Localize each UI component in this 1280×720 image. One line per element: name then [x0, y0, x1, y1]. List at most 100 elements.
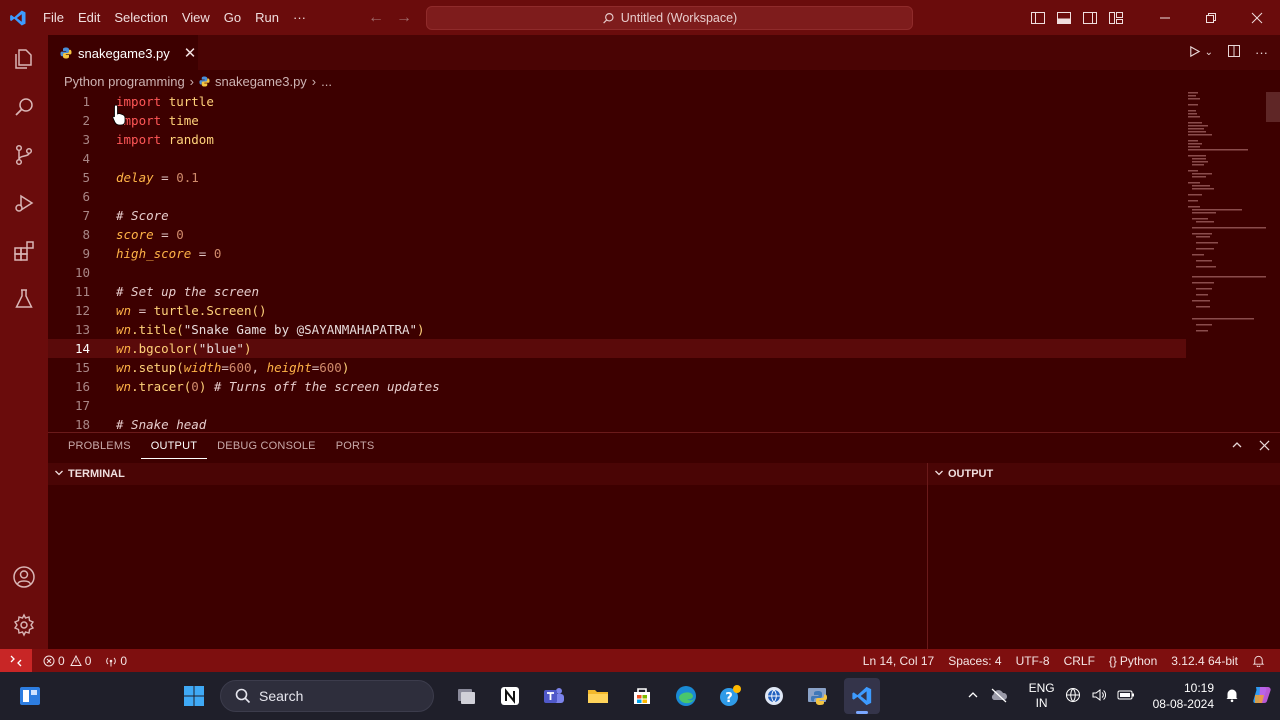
accounts-icon[interactable]: [0, 553, 48, 601]
globe-app-icon[interactable]: [756, 678, 792, 714]
code-line[interactable]: 11 # Set up the screen: [48, 282, 1280, 301]
extensions-icon[interactable]: [0, 227, 48, 275]
notification-center-icon[interactable]: [1224, 687, 1240, 706]
problems-status[interactable]: 0 0: [36, 649, 98, 672]
run-debug-icon[interactable]: [0, 179, 48, 227]
settings-gear-icon[interactable]: [0, 601, 48, 649]
copilot-icon[interactable]: [1250, 683, 1274, 710]
file-explorer-icon[interactable]: [580, 678, 616, 714]
language-mode[interactable]: {} Python: [1102, 649, 1164, 672]
tab-snakegame3[interactable]: snakegame3.py ✕: [48, 35, 198, 70]
code-line[interactable]: 3 import random: [48, 130, 1280, 149]
source-control-icon[interactable]: [0, 131, 48, 179]
code-line-current[interactable]: 14 wn.bgcolor("blue"): [48, 339, 1186, 358]
code-line[interactable]: 17: [48, 396, 1280, 415]
search-view-icon[interactable]: [0, 83, 48, 131]
breadcrumb-more[interactable]: ...: [321, 74, 332, 89]
code-line[interactable]: 9 high_score = 0: [48, 244, 1280, 263]
code-line[interactable]: 6: [48, 187, 1280, 206]
cloud-offline-icon[interactable]: [989, 687, 1009, 706]
run-dropdown-chevron-icon[interactable]: ⌄: [1205, 47, 1213, 58]
cursor-position[interactable]: Ln 14, Col 17: [856, 649, 941, 672]
menu-more[interactable]: ···: [286, 0, 313, 35]
toggle-panel-icon[interactable]: [1056, 10, 1072, 26]
taskbar-search-box[interactable]: Search: [220, 680, 434, 712]
code-line[interactable]: 8 score = 0: [48, 225, 1280, 244]
line-number: 8: [82, 227, 90, 242]
show-hidden-icons-chevron-icon[interactable]: [967, 689, 979, 704]
back-arrow-icon[interactable]: ←: [368, 9, 384, 27]
code-line[interactable]: 13 wn.title("Snake Game by @SAYANMAHAPATR…: [48, 320, 1280, 339]
menu-file[interactable]: File: [36, 0, 71, 35]
remote-indicator-icon[interactable]: [0, 649, 32, 672]
explorer-icon[interactable]: [0, 35, 48, 83]
encoding[interactable]: UTF-8: [1009, 649, 1057, 672]
tab-ports[interactable]: PORTS: [326, 433, 385, 459]
widgets-icon[interactable]: [14, 680, 46, 712]
menu-selection[interactable]: Selection: [107, 0, 174, 35]
python-interpreter[interactable]: 3.12.4 64-bit: [1164, 649, 1245, 672]
minimap[interactable]: [1186, 92, 1266, 342]
code-line[interactable]: 15 wn.setup(width=600, height=600): [48, 358, 1280, 377]
terminal-pane[interactable]: TERMINAL: [48, 463, 928, 650]
command-center-search[interactable]: Untitled (Workspace): [426, 6, 913, 30]
menu-run[interactable]: Run: [248, 0, 286, 35]
notifications-bell-icon[interactable]: [1245, 649, 1272, 672]
minimize-button[interactable]: [1142, 0, 1188, 35]
end-of-line[interactable]: CRLF: [1057, 649, 1102, 672]
python-app-icon[interactable]: [800, 678, 836, 714]
restore-button[interactable]: [1188, 0, 1234, 35]
tab-problems[interactable]: PROBLEMS: [58, 433, 141, 459]
clock[interactable]: 10:19 08-08-2024: [1153, 680, 1214, 712]
edge-browser-icon[interactable]: [668, 678, 704, 714]
indentation[interactable]: Spaces: 4: [941, 649, 1008, 672]
menu-view[interactable]: View: [175, 0, 217, 35]
close-window-button[interactable]: [1234, 0, 1280, 35]
input-language[interactable]: ENG IN: [1029, 681, 1055, 711]
editor-scrollbar[interactable]: [1266, 92, 1280, 122]
toggle-primary-sidebar-icon[interactable]: [1030, 10, 1046, 26]
code-line[interactable]: 16 wn.tracer(0) # Turns off the screen up…: [48, 377, 1280, 396]
forward-arrow-icon[interactable]: →: [396, 9, 412, 27]
code-line[interactable]: 18 # Snake head: [48, 415, 1280, 432]
split-editor-icon[interactable]: [1227, 44, 1241, 61]
output-pane-header[interactable]: OUTPUT: [928, 463, 1280, 485]
testing-flask-icon[interactable]: [0, 275, 48, 323]
menu-go[interactable]: Go: [217, 0, 248, 35]
toggle-secondary-sidebar-icon[interactable]: [1082, 10, 1098, 26]
teams-app-icon[interactable]: [536, 678, 572, 714]
terminal-pane-header[interactable]: TERMINAL: [48, 463, 927, 485]
more-actions-icon[interactable]: ···: [1255, 45, 1268, 60]
code-editor[interactable]: 1 import turtle 2 import time 3 import rand…: [48, 92, 1280, 432]
output-pane[interactable]: OUTPUT: [928, 463, 1280, 650]
menu-edit[interactable]: Edit: [71, 0, 107, 35]
close-panel-icon[interactable]: [1259, 438, 1270, 454]
code-line[interactable]: 5 delay = 0.1: [48, 168, 1280, 187]
notion-app-icon[interactable]: [492, 678, 528, 714]
code-comment: # Score: [116, 208, 169, 223]
code-line[interactable]: 10: [48, 263, 1280, 282]
volume-icon[interactable]: [1091, 687, 1107, 706]
tab-output[interactable]: OUTPUT: [140, 433, 208, 459]
code-line[interactable]: 7 # Score: [48, 206, 1280, 225]
run-python-file-icon[interactable]: [1188, 45, 1201, 61]
task-view-icon[interactable]: [448, 678, 484, 714]
customize-layout-icon[interactable]: [1108, 10, 1124, 26]
start-button-windows-icon[interactable]: [176, 678, 212, 714]
help-app-icon[interactable]: ?: [712, 678, 748, 714]
breadcrumb-file[interactable]: snakegame3.py: [215, 74, 307, 89]
ports-status[interactable]: 0: [98, 649, 134, 672]
battery-icon[interactable]: [1117, 689, 1135, 704]
network-globe-icon[interactable]: [1065, 687, 1081, 706]
code-token: 0: [176, 227, 184, 242]
microsoft-store-icon[interactable]: [624, 678, 660, 714]
vscode-taskbar-icon[interactable]: [844, 678, 880, 714]
maximize-panel-chevron-up-icon[interactable]: [1231, 438, 1243, 454]
breadcrumb-folder[interactable]: Python programming: [64, 74, 185, 89]
code-line[interactable]: 1 import turtle: [48, 92, 1280, 111]
code-line[interactable]: 2 import time: [48, 111, 1280, 130]
close-tab-icon[interactable]: ✕: [184, 44, 197, 62]
tab-debug-console[interactable]: DEBUG CONSOLE: [207, 433, 326, 459]
code-line[interactable]: 12 wn = turtle.Screen(): [48, 301, 1280, 320]
code-line[interactable]: 4: [48, 149, 1280, 168]
